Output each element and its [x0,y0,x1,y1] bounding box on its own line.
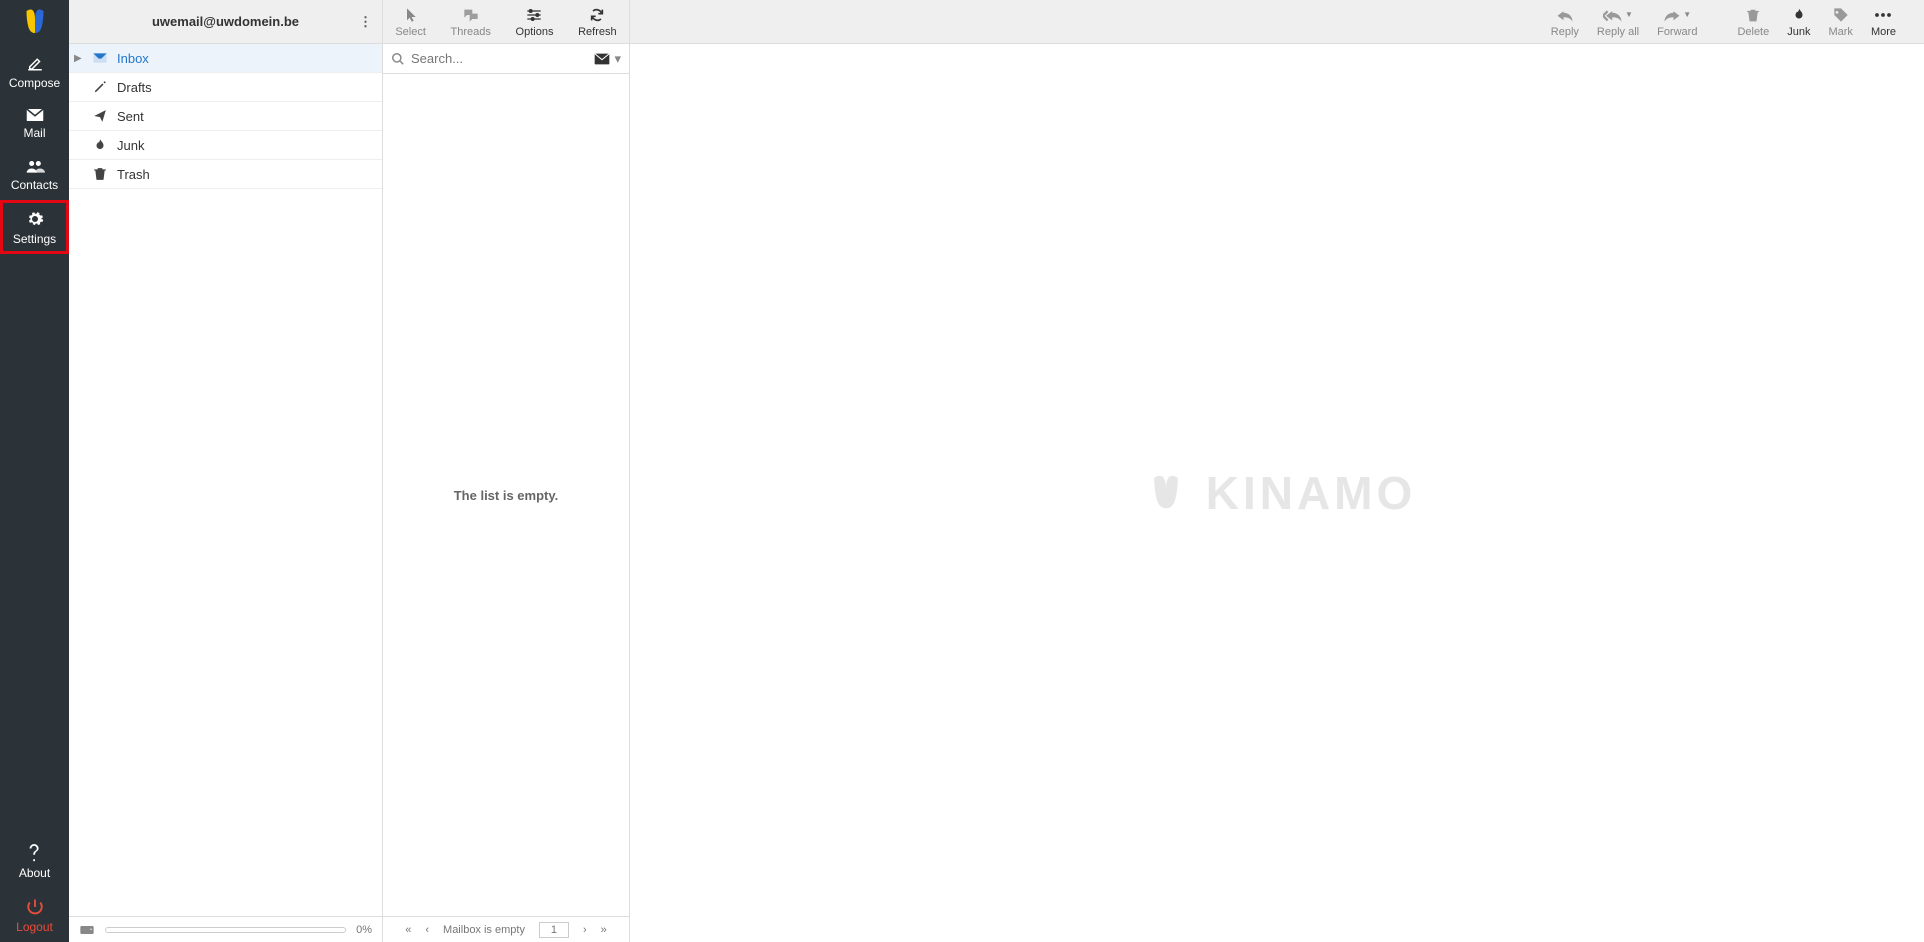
help-icon [28,844,42,862]
folder-junk[interactable]: Junk [69,131,382,160]
nav-label: About [19,866,50,880]
quota-bar [105,927,346,933]
inbox-icon [91,52,109,64]
forward-icon: ▼ [1663,6,1691,24]
folder-menu-button[interactable]: ⋮ [359,14,372,30]
threads-button[interactable]: Threads [445,6,497,38]
compose-button[interactable]: Compose [0,44,69,98]
folder-list: ▶ Inbox Drafts Sent Junk Trash [69,44,382,916]
disk-icon [79,924,95,936]
account-email: uwemail@uwdomein.be [152,14,299,29]
nav-label: Contacts [11,178,58,192]
list-pane: Select Threads Options Refresh ▾ The lis… [383,0,630,942]
folder-label: Inbox [117,51,149,66]
list-footer: « ‹ Mailbox is empty 1 › » [383,916,629,942]
more-button[interactable]: More [1863,6,1904,38]
envelope-icon[interactable] [594,53,610,65]
page-number[interactable]: 1 [539,922,569,938]
search-input[interactable] [411,51,594,66]
reply-button[interactable]: Reply [1543,6,1587,38]
search-bar: ▾ [383,44,629,74]
fire-icon [1792,6,1806,24]
trash-icon [1746,6,1760,24]
delete-button[interactable]: Delete [1729,6,1777,38]
nav-label: Settings [13,232,56,246]
app-logo [0,0,69,44]
list-empty-message: The list is empty. [383,74,629,916]
prev-page-button[interactable]: ‹ [425,924,429,936]
folder-pane: uwemail@uwdomein.be ⋮ ▶ Inbox Drafts Sen… [69,0,383,942]
refresh-icon [589,6,605,24]
folder-inbox[interactable]: ▶ Inbox [69,44,382,73]
mail-icon [26,108,44,122]
forward-button[interactable]: ▼Forward [1649,6,1705,38]
nav-label: Mail [23,126,45,140]
select-button[interactable]: Select [389,6,432,38]
chevron-right-icon: ▶ [74,53,82,64]
replyall-button[interactable]: ▼Reply all [1589,6,1647,38]
last-page-button[interactable]: » [601,924,607,936]
more-icon [1874,6,1892,24]
chevron-down-icon[interactable]: ▾ [614,51,621,67]
sliders-icon [526,6,542,24]
nav-label: Logout [16,920,53,934]
folder-label: Drafts [117,80,152,95]
refresh-button[interactable]: Refresh [572,6,623,38]
brand-watermark: KINAMO [1138,466,1417,520]
message-toolbar: Reply ▼Reply all ▼Forward Delete Junk Ma… [630,0,1924,44]
logout-button[interactable]: Logout [0,888,69,942]
settings-button[interactable]: Settings [0,200,69,254]
folder-sent[interactable]: Sent [69,102,382,131]
paper-plane-icon [91,109,109,123]
compose-icon [26,54,44,72]
contacts-icon [25,158,45,174]
first-page-button[interactable]: « [405,924,411,936]
tag-icon [1833,6,1849,24]
list-status: Mailbox is empty [443,924,525,936]
nav-label: Compose [9,76,60,90]
fire-icon [91,138,109,152]
mark-button[interactable]: Mark [1820,6,1860,38]
reply-icon [1556,6,1574,24]
trash-icon [91,167,109,181]
replyall-icon: ▼ [1603,6,1633,24]
options-button[interactable]: Options [510,6,560,38]
about-button[interactable]: About [0,834,69,888]
quota-pct: 0% [356,924,372,936]
threads-icon [463,6,479,24]
power-icon [26,898,44,916]
app-sidebar: Compose Mail Contacts Settings About Log… [0,0,69,942]
folder-trash[interactable]: Trash [69,160,382,189]
contacts-button[interactable]: Contacts [0,148,69,200]
message-body: KINAMO [630,44,1924,942]
folder-drafts[interactable]: Drafts [69,73,382,102]
next-page-button[interactable]: › [583,924,587,936]
folder-label: Trash [117,167,150,182]
pencil-icon [91,80,109,94]
list-toolbar: Select Threads Options Refresh [383,0,629,44]
message-pane: Reply ▼Reply all ▼Forward Delete Junk Ma… [630,0,1924,942]
folder-header: uwemail@uwdomein.be ⋮ [69,0,382,44]
search-icon [391,52,405,66]
quota-footer: 0% [69,916,382,942]
junk-button[interactable]: Junk [1779,6,1818,38]
folder-label: Sent [117,109,144,124]
folder-label: Junk [117,138,144,153]
gear-icon [26,210,44,228]
mail-button[interactable]: Mail [0,98,69,148]
cursor-icon [404,6,418,24]
